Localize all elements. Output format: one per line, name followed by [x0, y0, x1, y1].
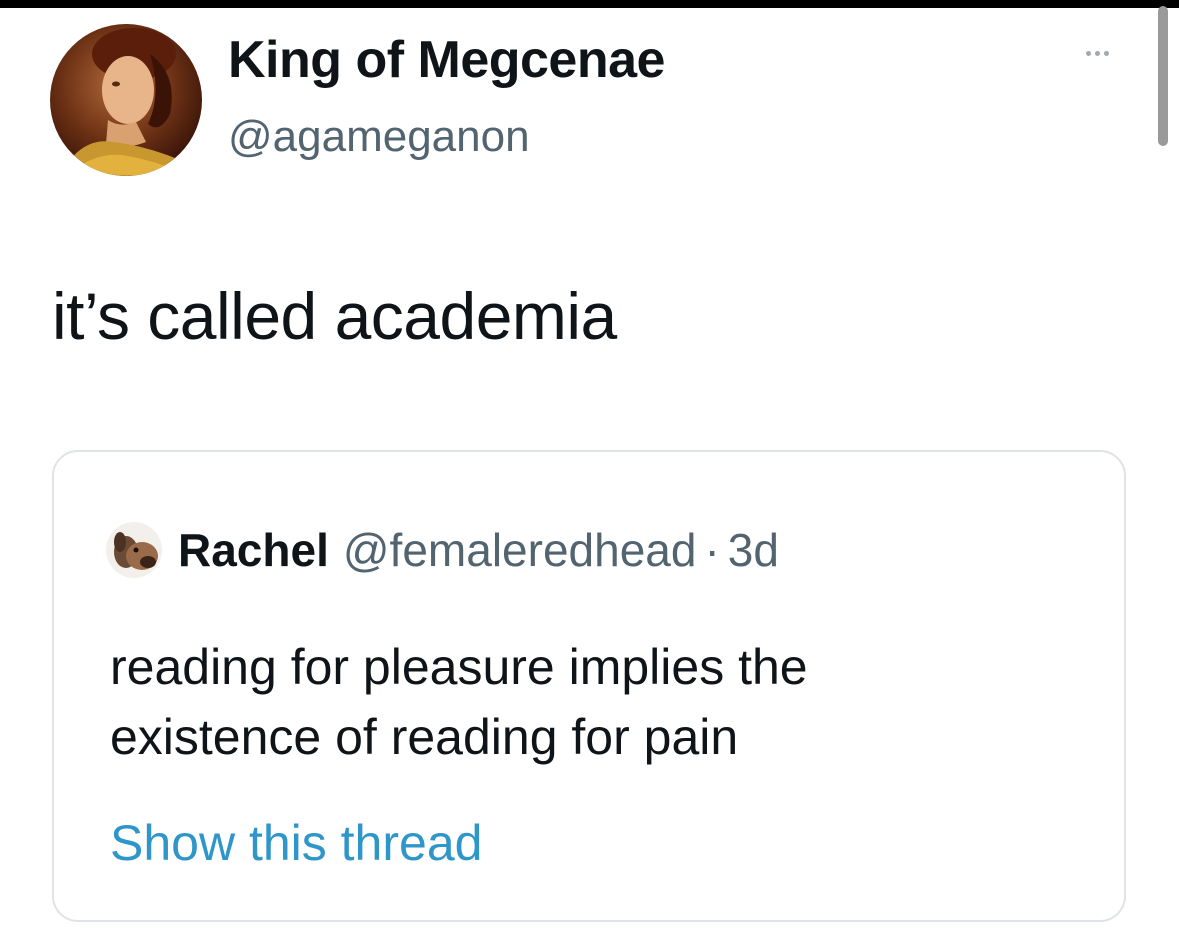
more-dots-icon — [1085, 50, 1091, 56]
quoted-author-handle[interactable]: @femaleredhead — [343, 523, 697, 577]
separator-dot: · — [704, 524, 720, 576]
more-dots-icon — [1103, 50, 1109, 56]
author-avatar[interactable] — [50, 24, 202, 176]
quoted-tweet-text-line: existence of reading for pain — [110, 709, 739, 765]
dog-avatar-icon — [106, 522, 162, 578]
top-bar — [0, 0, 1179, 8]
more-options-button[interactable] — [1072, 38, 1122, 68]
author-handle[interactable]: @agameganon — [228, 112, 530, 162]
screenshot-frame: King of Megcenae @agameganon it’s called… — [0, 0, 1179, 949]
tweet-text: it’s called academia — [52, 279, 617, 353]
quoted-author-avatar[interactable] — [106, 522, 162, 578]
quoted-tweet-text: reading for pleasure implies the existen… — [110, 632, 1090, 772]
quoted-tweet-timestamp[interactable]: 3d — [728, 523, 779, 577]
quoted-tweet-header: Rachel @femaleredhead · 3d — [106, 522, 779, 578]
scroll-indicator[interactable] — [1158, 6, 1168, 146]
show-thread-link[interactable]: Show this thread — [110, 814, 482, 872]
author-display-name[interactable]: King of Megcenae — [228, 30, 665, 90]
more-dots-icon — [1094, 50, 1100, 56]
portrait-avatar-icon — [60, 28, 202, 176]
quoted-tweet-text-line: reading for pleasure implies the — [110, 639, 808, 695]
quoted-author-name[interactable]: Rachel — [178, 523, 329, 577]
quoted-tweet-card[interactable]: Rachel @femaleredhead · 3d reading for p… — [52, 450, 1126, 922]
